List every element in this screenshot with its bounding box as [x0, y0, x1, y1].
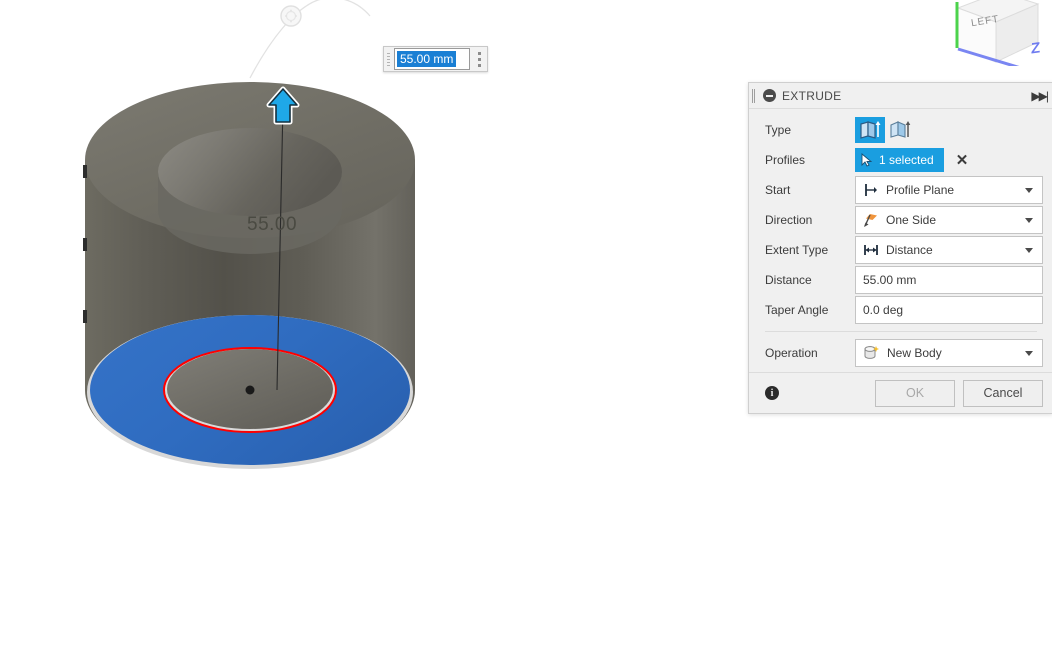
extrude-dialog[interactable]: EXTRUDE ▶▶| Type Profiles 1 selected ✕ S… [748, 82, 1052, 414]
chevron-down-icon[interactable] [1025, 350, 1033, 356]
direction-value: One Side [886, 213, 937, 227]
label-operation: Operation [765, 346, 818, 360]
label-profiles: Profiles [765, 153, 806, 167]
row-distance: Distance 55.00 mm [749, 265, 1052, 295]
dialog-drag-grip-icon[interactable] [752, 88, 759, 103]
extent-type-value: Distance [886, 243, 933, 257]
start-dropdown[interactable]: Profile Plane [855, 176, 1043, 204]
profiles-chip-text: 1 selected [879, 153, 934, 167]
label-direction: Direction [765, 213, 813, 227]
clear-selection-icon[interactable]: ✕ [956, 153, 969, 168]
drag-grip-icon[interactable] [384, 48, 393, 70]
dialog-title: EXTRUDE [782, 88, 842, 103]
extrude-up-arrow-icon[interactable] [262, 86, 306, 128]
floating-dimension-input[interactable]: 55.00 mm [383, 46, 488, 72]
distance-value: 55.00 mm [863, 273, 917, 287]
row-direction: Direction One Side [749, 205, 1052, 235]
extrude-solid-icon[interactable] [855, 117, 885, 143]
operation-value: New Body [887, 346, 942, 360]
cancel-button[interactable]: Cancel [963, 379, 1043, 407]
model-dimension-label: 55.00 [247, 214, 298, 235]
label-extent-type: Extent Type [765, 243, 829, 257]
row-extent-type: Extent Type Distance [749, 235, 1052, 265]
row-operation: Operation New Body [749, 338, 1052, 368]
more-options-icon[interactable] [471, 48, 487, 70]
chevron-down-icon[interactable] [1025, 187, 1033, 193]
view-cube-z-axis-label: Z [1031, 39, 1041, 58]
profile-plane-icon [865, 184, 877, 196]
dialog-footer: i OK Cancel [749, 372, 1052, 413]
row-taper-angle: Taper Angle 0.0 deg [749, 295, 1052, 325]
direction-dropdown[interactable]: One Side [855, 206, 1043, 234]
row-start: Start Profile Plane [749, 175, 1052, 205]
chevron-down-icon[interactable] [1025, 247, 1033, 253]
distance-input[interactable]: 55.00 mm [855, 266, 1043, 294]
start-value: Profile Plane [886, 183, 955, 197]
extrude-tapered-icon[interactable] [885, 117, 915, 143]
dialog-body: Type Profiles 1 selected ✕ Start Profile… [749, 109, 1052, 372]
new-body-icon [864, 346, 879, 359]
operation-dropdown[interactable]: New Body [855, 339, 1043, 367]
row-type: Type [749, 115, 1052, 145]
distance-arrows-icon [864, 245, 878, 255]
label-type: Type [765, 123, 792, 137]
label-taper-angle: Taper Angle [765, 303, 829, 317]
profiles-selection-chip[interactable]: 1 selected [855, 148, 944, 172]
expand-panel-icon[interactable]: ▶▶| [1031, 89, 1049, 103]
ok-button[interactable]: OK [875, 379, 955, 407]
taper-angle-input[interactable]: 0.0 deg [855, 296, 1043, 324]
label-start: Start [765, 183, 791, 197]
dialog-header[interactable]: EXTRUDE ▶▶| [749, 83, 1052, 109]
extent-type-dropdown[interactable]: Distance [855, 236, 1043, 264]
dimension-value-box[interactable]: 55.00 mm [394, 48, 470, 70]
collapse-icon[interactable] [763, 89, 776, 102]
cursor-select-icon [861, 153, 873, 167]
dimension-value-text: 55.00 mm [397, 51, 457, 67]
view-cube[interactable]: LEFT Z [930, 0, 1052, 74]
row-profiles: Profiles 1 selected ✕ [749, 145, 1052, 175]
info-icon[interactable]: i [765, 386, 779, 400]
taper-angle-value: 0.0 deg [863, 303, 904, 317]
chevron-down-icon[interactable] [1025, 217, 1033, 223]
one-side-flag-icon [864, 214, 877, 227]
section-divider [765, 331, 1037, 332]
label-distance: Distance [765, 273, 812, 287]
